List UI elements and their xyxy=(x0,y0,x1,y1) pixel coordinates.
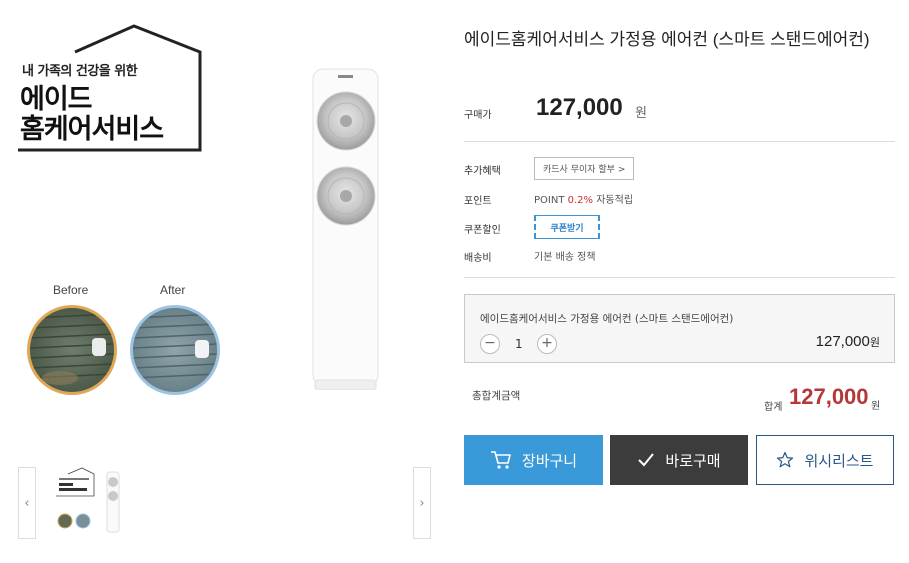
quantity-decrease-button[interactable]: − xyxy=(480,334,500,354)
before-cleaning-image xyxy=(27,305,117,395)
quantity-increase-button[interactable]: + xyxy=(537,334,557,354)
buy-now-label: 바로구매 xyxy=(665,451,721,470)
brand-logo: 내 가족의 건강을 위한 에이드 홈케어서비스 xyxy=(0,0,210,160)
benefit-row: 추가혜택 카드사 무이자 할부 > xyxy=(464,157,894,180)
selected-option-box: 에이드홈케어서비스 가정용 에어컨 (스마트 스탠드에어컨) − 1 + 127… xyxy=(464,294,895,363)
divider xyxy=(464,277,895,278)
wishlist-label: 위시리스트 xyxy=(804,451,874,470)
buy-now-button[interactable]: 바로구매 xyxy=(610,435,748,485)
compare-before-label: Before xyxy=(53,283,89,297)
compare-after-label: After xyxy=(160,283,186,297)
shipping-row: 배송비 기본 배송 정책 xyxy=(464,245,894,267)
benefit-label: 추가혜택 xyxy=(464,166,501,177)
shipping-label: 배송비 xyxy=(464,253,492,264)
point-value: POINT 0.2% 자동적립 xyxy=(534,191,633,206)
price-unit: 원 xyxy=(635,106,647,121)
option-price-value: 127,000 xyxy=(815,333,870,350)
product-main-image: 내 가족의 건강을 위한 에이드 홈케어서비스 Before After xyxy=(0,0,440,450)
coupon-row: 쿠폰할인 쿠폰받기 xyxy=(464,215,894,239)
total-price-value: 127,000 xyxy=(789,384,869,409)
point-label: 포인트 xyxy=(464,196,492,207)
coupon-download-button[interactable]: 쿠폰받기 xyxy=(534,215,600,239)
point-percent: 0.2% xyxy=(567,195,594,206)
price-label: 구매가 xyxy=(464,110,492,121)
thumbnail-prev-button[interactable]: ‹ xyxy=(18,467,36,539)
thumbnail-item[interactable] xyxy=(50,466,130,538)
shipping-value: 기본 배송 정책 xyxy=(534,252,596,263)
option-price-unit: 원 xyxy=(869,337,880,349)
point-suffix: 자동적립 xyxy=(596,195,634,206)
product-title: 에이드홈케어서비스 가정용 에어컨 (스마트 스탠드에어컨) xyxy=(464,30,870,49)
total-sum-label: 합계 xyxy=(764,402,783,413)
total-label: 총합계금액 xyxy=(472,390,521,402)
star-icon xyxy=(777,451,794,468)
point-row: 포인트 POINT 0.2% 자동적립 xyxy=(464,188,894,210)
coupon-label: 쿠폰할인 xyxy=(464,225,501,236)
thumbnail-next-button[interactable]: › xyxy=(413,467,431,539)
option-name: 에이드홈케어서비스 가정용 에어컨 (스마트 스탠드에어컨) xyxy=(480,313,734,325)
point-prefix: POINT xyxy=(534,195,565,206)
add-to-cart-button[interactable]: 장바구니 xyxy=(464,435,603,485)
divider xyxy=(464,141,895,142)
quantity-value[interactable]: 1 xyxy=(515,337,523,351)
stand-aircon-image xyxy=(312,68,379,390)
brand-name-line2: 홈케어서비스 xyxy=(20,114,164,145)
card-installment-button[interactable]: 카드사 무이자 할부 > xyxy=(534,157,635,180)
wishlist-button[interactable]: 위시리스트 xyxy=(756,435,894,485)
price-value: 127,000 xyxy=(536,94,623,121)
checkmark-icon xyxy=(638,453,655,467)
after-cleaning-image xyxy=(130,305,220,395)
option-price: 127,000원 xyxy=(816,333,880,350)
cart-icon xyxy=(490,451,511,469)
add-to-cart-label: 장바구니 xyxy=(521,451,578,470)
total-price-unit: 원 xyxy=(871,401,881,412)
price-row: 구매가 127,000 원 xyxy=(464,94,894,128)
